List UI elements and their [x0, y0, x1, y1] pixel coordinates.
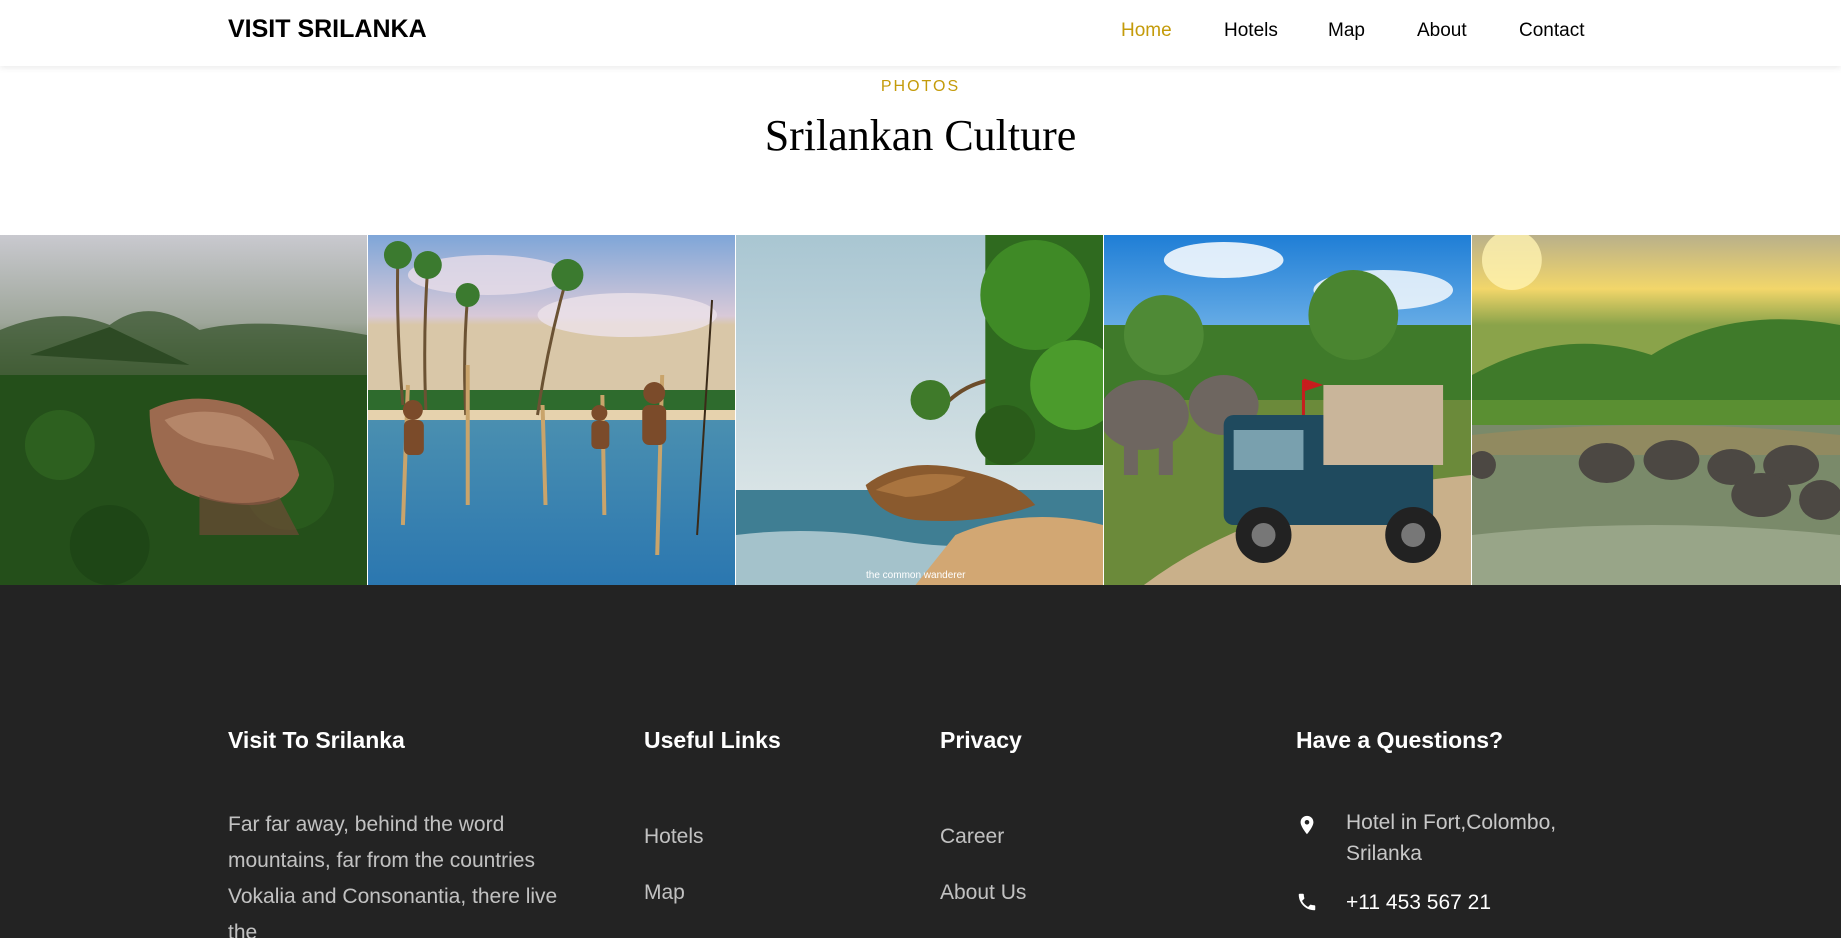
gallery-photo-elephants-river[interactable]	[1472, 235, 1841, 585]
gallery-photo-safari-jeep[interactable]	[1104, 235, 1472, 585]
footer-link-hotels[interactable]: Hotels	[644, 825, 704, 849]
page-bottom-edge	[0, 938, 1841, 943]
nav-home[interactable]: Home	[1121, 20, 1172, 42]
footer-about-title: Visit To Srilanka	[228, 727, 405, 753]
footer-link-about-us[interactable]: About Us	[940, 881, 1026, 905]
footer-about-text: Far far away, behind the word mountains,…	[228, 813, 558, 944]
map-pin-icon	[1296, 814, 1318, 836]
footer-link-career[interactable]: Career	[940, 825, 1004, 849]
brand-logo[interactable]: VISIT SRILANKA	[228, 15, 427, 44]
gallery-photo-stilt-fishermen[interactable]	[368, 235, 736, 585]
footer-contact-phone[interactable]: +11 453 567 21	[1346, 887, 1606, 918]
gallery-photo-sigiriya[interactable]	[0, 235, 368, 585]
section-subheading: PHOTOS	[880, 78, 961, 95]
footer: Visit To Srilanka Far far away, behind t…	[0, 585, 1841, 944]
gallery-photo-beach-rock[interactable]: the common wanderer	[736, 235, 1104, 585]
photo-gallery: the common wanderer	[0, 235, 1841, 585]
footer-useful-links-title: Useful Links	[644, 727, 781, 753]
photo-watermark: the common wanderer	[866, 570, 966, 581]
section-title: Srilankan Culture	[764, 111, 1077, 160]
footer-contact-title: Have a Questions?	[1296, 727, 1504, 753]
footer-link-map[interactable]: Map	[644, 881, 685, 905]
navbar: VISIT SRILANKA Home Hotels Map About Con…	[0, 0, 1841, 66]
phone-icon	[1296, 891, 1318, 913]
nav-map[interactable]: Map	[1328, 20, 1365, 42]
nav-about[interactable]: About	[1417, 20, 1467, 42]
footer-contact-address: Hotel in Fort,Colombo, Srilanka	[1346, 811, 1557, 865]
footer-privacy-title: Privacy	[940, 727, 1022, 753]
nav-contact[interactable]: Contact	[1519, 20, 1584, 42]
nav-hotels[interactable]: Hotels	[1224, 20, 1278, 42]
